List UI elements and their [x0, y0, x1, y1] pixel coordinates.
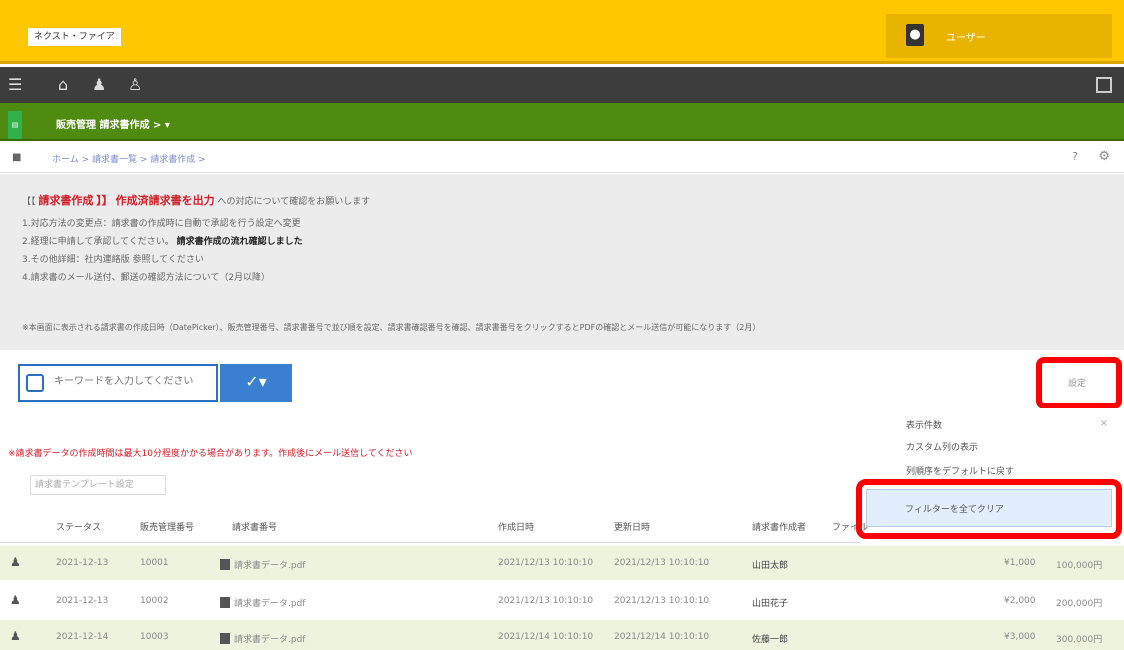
row-total: 100,000円	[1056, 561, 1103, 571]
column-header[interactable]: 販売管理番号	[140, 520, 194, 533]
row-created: 2021/12/14 10:10:10	[498, 632, 594, 642]
notice-line-6: ※本画面に表示される請求書の作成日時（DatePicker）、販売管理番号、請求…	[22, 323, 761, 332]
notice-title: 【【 請求書作成 】】 作成済請求書を出力 への対応について確認をお願いします	[22, 192, 370, 208]
row-date: 2021-12-13	[56, 596, 109, 606]
table-header: ステータス 販売管理番号 請求書番号 作成日時 更新日時 請求書作成者 ファイル	[0, 507, 868, 543]
user-menu[interactable]: ● ユーザー	[886, 14, 1112, 58]
notice-line-3-bold[interactable]: 請求書作成の流れ確認しました	[177, 237, 303, 247]
template-settings-link[interactable]: 請求書テンプレート設定	[30, 475, 166, 495]
row-created: 2021/12/13 10:10:10	[498, 596, 594, 606]
row-number: 10003	[140, 632, 169, 642]
warning-text: ※請求書データの作成時間は最大10分程度かかる場合があります。作成後にメール送信…	[8, 449, 413, 459]
pdf-icon	[220, 597, 230, 608]
person-icon: ♟	[10, 555, 21, 569]
row-amount: ¥2,000	[1004, 596, 1036, 606]
home-small-icon[interactable]: ■	[12, 152, 21, 163]
column-header[interactable]: 請求書作成者	[752, 520, 806, 533]
row-amount: ¥3,000	[1004, 632, 1036, 642]
gear-icon[interactable]: ⚙	[1098, 149, 1110, 164]
module-breadcrumb[interactable]: 販売管理 請求書作成 > ▾	[56, 116, 170, 131]
dropdown-item-display-count[interactable]: 表示件数	[906, 418, 942, 431]
people-icon[interactable]: ♟	[92, 75, 106, 94]
notice-bracket-close: 】】	[96, 194, 113, 207]
search-dropdown-icon: ✓▾	[245, 372, 267, 391]
row-updated: 2021/12/13 10:10:10	[614, 596, 710, 606]
row-created: 2021/12/13 10:10:10	[498, 558, 594, 568]
row-file-name: 請求書データ.pdf	[234, 635, 306, 645]
user-name: ユーザー	[946, 33, 986, 44]
row-file-name: 請求書データ.pdf	[234, 599, 306, 609]
search-input[interactable]	[54, 376, 204, 387]
row-total: 300,000円	[1056, 635, 1103, 645]
table-row[interactable]: ♟ 2021-12-14 10003 請求書データ.pdf 2021/12/14…	[0, 620, 1124, 650]
column-header[interactable]: ステータス	[56, 520, 101, 533]
home-icon[interactable]: ⌂	[58, 75, 68, 94]
dropdown-item-custom-columns[interactable]: カスタム列の表示	[906, 440, 978, 453]
row-date: 2021-12-13	[56, 558, 109, 568]
module-icon[interactable]: ▤	[8, 111, 22, 139]
row-file-name: 請求書データ.pdf	[234, 561, 306, 571]
notice-rest: への対応について確認をお願いします	[217, 197, 371, 207]
notice-red-1: 請求書作成	[38, 194, 94, 207]
row-date: 2021-12-14	[56, 632, 109, 642]
notice-panel: 【【 請求書作成 】】 作成済請求書を出力 への対応について確認をお願いします …	[0, 174, 1124, 350]
row-file[interactable]: 請求書データ.pdf	[220, 558, 305, 571]
clear-filters-label: フィルターを全てクリア	[905, 505, 1004, 515]
app-logo[interactable]: ネクスト・ファイア	[28, 28, 121, 46]
row-updated: 2021/12/13 10:10:10	[614, 558, 710, 568]
column-header[interactable]: 作成日時	[498, 520, 534, 533]
column-header[interactable]: 更新日時	[614, 520, 650, 533]
table-row[interactable]: ♟ 2021-12-13 10001 請求書データ.pdf 2021/12/13…	[0, 546, 1124, 580]
row-owner: 山田太郎	[752, 561, 789, 571]
search-button[interactable]: ✓▾	[220, 364, 292, 402]
row-amount: ¥1,000	[1004, 558, 1036, 568]
settings-button-highlight[interactable]: 設定	[1036, 357, 1122, 409]
notice-line-5: 4.請求書のメール送付、郵送の確認方法について（2月以降）	[22, 273, 271, 283]
module-bar: ▤ 販売管理 請求書作成 > ▾	[0, 103, 1124, 141]
close-icon[interactable]: ×	[1100, 418, 1108, 429]
hamburger-icon[interactable]: ☰	[8, 75, 22, 94]
chat-icon	[26, 374, 44, 392]
row-total: 200,000円	[1056, 599, 1103, 609]
person-icon: ♟	[10, 593, 21, 607]
person-icon: ♟	[10, 629, 21, 643]
dropdown-item-reset-order[interactable]: 列順序をデフォルトに戻す	[906, 464, 1014, 477]
settings-button-label: 設定	[1068, 379, 1087, 389]
notice-line-3: 2.経理に申請して承認してください。 請求書作成の流れ確認しました	[22, 234, 303, 247]
search-box	[18, 364, 218, 402]
row-owner: 佐藤一郎	[752, 635, 789, 645]
notice-line-3-text: 2.経理に申請して承認してください。	[22, 237, 174, 247]
notice-line-4: 3.その他詳細：社内連絡版 参照してください	[22, 255, 204, 265]
pdf-icon	[220, 559, 230, 570]
notice-red-2: 作成済請求書を出力	[115, 194, 215, 207]
column-header[interactable]: 請求書番号	[232, 520, 277, 533]
pdf-icon	[220, 633, 230, 644]
row-file[interactable]: 請求書データ.pdf	[220, 632, 305, 645]
row-number: 10001	[140, 558, 169, 568]
breadcrumb: ■ ホーム > 請求書一覧 > 請求書作成 > ? ⚙	[0, 143, 1124, 173]
row-updated: 2021/12/14 10:10:10	[614, 632, 710, 642]
row-file[interactable]: 請求書データ.pdf	[220, 596, 305, 609]
help-icon[interactable]: ?	[1072, 150, 1078, 163]
table-row[interactable]: ♟ 2021-12-13 10002 請求書データ.pdf 2021/12/13…	[0, 584, 1124, 618]
column-header[interactable]: ファイル	[832, 520, 868, 533]
row-number: 10002	[140, 596, 169, 606]
grid-menu-icon[interactable]	[1096, 77, 1112, 93]
person-icon[interactable]: ♙	[128, 75, 142, 94]
top-header: ネクスト・ファイア ● ユーザー	[0, 0, 1124, 64]
breadcrumb-path[interactable]: ホーム > 請求書一覧 > 請求書作成 >	[52, 152, 206, 165]
notice-bracket: 【【	[22, 197, 36, 207]
nav-bar: ☰ ⌂ ♟ ♙	[0, 67, 1124, 103]
notice-line-2: 1.対応方法の変更点：請求書の作成時に自動で承認を行う設定へ変更	[22, 219, 301, 229]
dropdown-item-clear-filters[interactable]: フィルターを全てクリア	[866, 489, 1112, 527]
dropdown-item-highlight: フィルターを全てクリア	[856, 479, 1122, 539]
user-avatar-icon: ●	[906, 24, 924, 46]
row-owner: 山田花子	[752, 599, 789, 609]
